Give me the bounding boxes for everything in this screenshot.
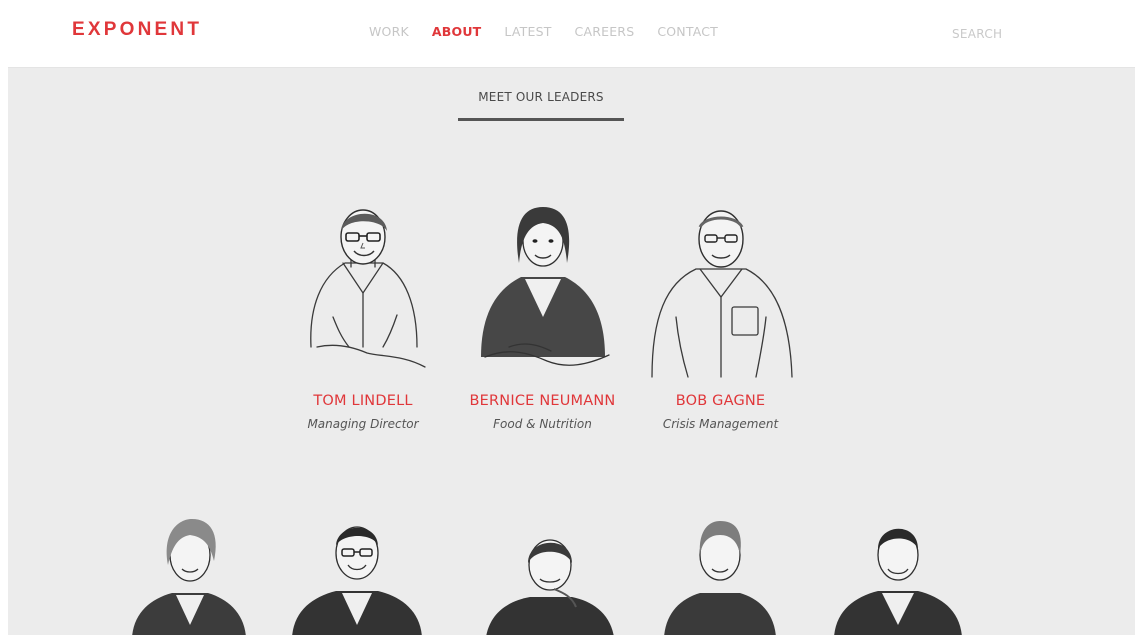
leader-portrait-sketch[interactable] <box>128 515 250 635</box>
leader-name[interactable]: BERNICE NEUMANN <box>455 393 630 409</box>
leader-portrait-sketch[interactable] <box>660 515 780 635</box>
leader-portrait-sketch[interactable] <box>830 515 966 635</box>
leader-card-bernice-neumann[interactable]: BERNICE NEUMANN Food & Nutrition <box>455 197 630 431</box>
leader-portrait-sketch <box>310 209 426 368</box>
leader-name[interactable]: TOM LINDELL <box>288 393 438 409</box>
leader-card-bob-gagne[interactable]: BOB GAGNE Crisis Management <box>643 197 798 431</box>
main-nav: WORK ABOUT LATEST CAREERS CONTACT <box>369 24 718 39</box>
leader-portrait-sketch[interactable] <box>480 527 620 635</box>
leader-card-tom-lindell[interactable]: TOM LINDELL Managing Director <box>288 197 438 431</box>
leader-name[interactable]: BOB GAGNE <box>643 393 798 409</box>
section-underline <box>458 118 624 121</box>
nav-contact[interactable]: CONTACT <box>657 24 718 39</box>
leader-role: Crisis Management <box>662 417 779 431</box>
leader-portrait-sketch <box>480 207 610 366</box>
nav-careers[interactable]: CAREERS <box>575 24 635 39</box>
page-frame: EXPONENT WORK ABOUT LATEST CAREERS CONTA… <box>8 7 1135 635</box>
leader-portrait-sketch[interactable] <box>288 515 426 635</box>
section-title: MEET OUR LEADERS <box>478 90 604 104</box>
exponent-logo[interactable]: EXPONENT <box>72 19 202 41</box>
leader-role: Managing Director <box>307 417 419 431</box>
nav-about[interactable]: ABOUT <box>432 24 482 39</box>
top-navigation-bar: EXPONENT WORK ABOUT LATEST CAREERS CONTA… <box>8 7 1135 68</box>
leader-role: Food & Nutrition <box>493 417 592 431</box>
leader-portrait-sketch <box>650 210 793 378</box>
nav-work[interactable]: WORK <box>369 24 409 39</box>
nav-latest[interactable]: LATEST <box>504 24 551 39</box>
search-link[interactable]: SEARCH <box>952 27 1002 41</box>
